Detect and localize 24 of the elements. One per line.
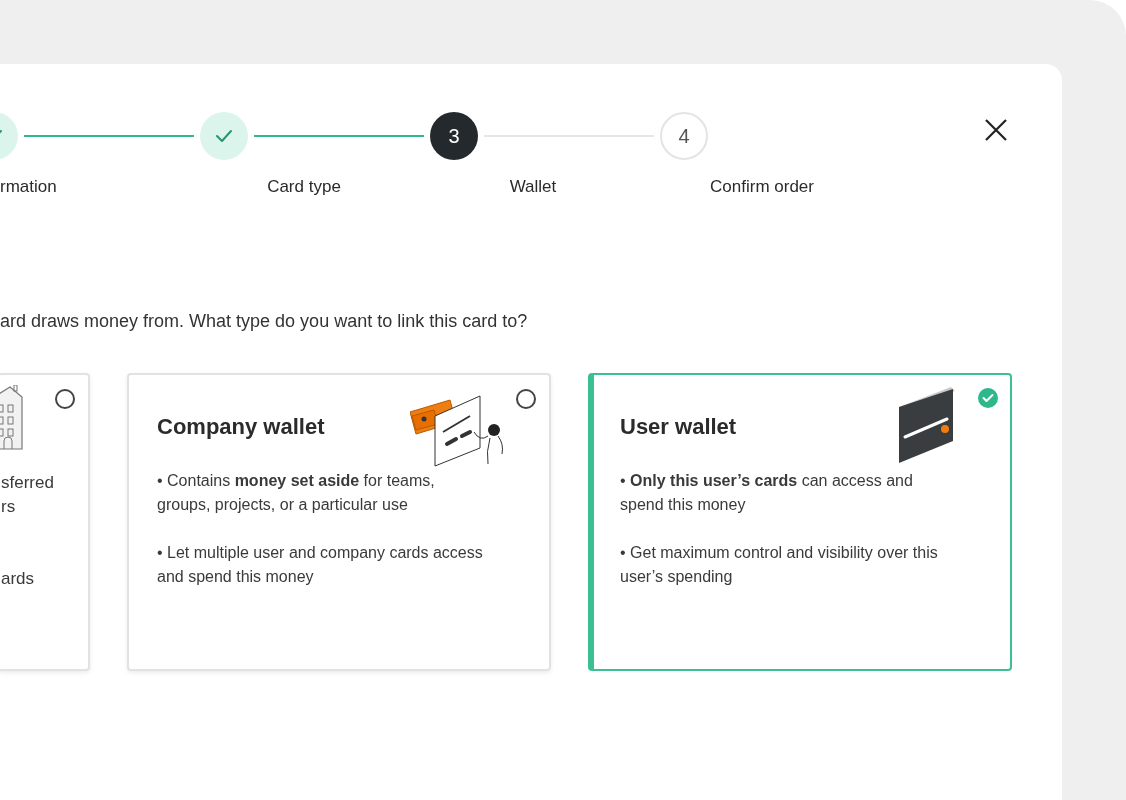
- option-text: ards: [1, 567, 35, 590]
- wallet-option-card[interactable]: Company wallet • Contains money set aside for teams, groups, projects, or a particular use • Let multiple user and company cards access and spend this money: [127, 372, 551, 671]
- check-icon: [215, 129, 233, 143]
- option-title: User wallet: [620, 412, 737, 441]
- step-label: Confirm order: [710, 176, 814, 198]
- wallet-option-card[interactable]: sferred rs ards: [0, 372, 90, 671]
- radio-button[interactable]: [55, 388, 75, 409]
- option-description: • Get maximum control and visibility over this user’s spending: [620, 542, 939, 587]
- close-icon: [985, 119, 1007, 141]
- intro-text: ard draws money from. What type do you want to link this card to?: [0, 309, 528, 333]
- step-label: rmation: [0, 176, 57, 198]
- wallet-option-card[interactable]: User wallet • Only this user’s cards can access and spend this money • Get maximum control and visibility over this user’s spending: [588, 372, 1012, 671]
- option-text: sferred: [1, 471, 54, 494]
- option-title: Company wallet: [157, 412, 325, 441]
- radio-button[interactable]: [516, 388, 536, 409]
- building-icon: [0, 384, 24, 451]
- step-number: 4: [660, 112, 708, 160]
- step-label: Wallet: [509, 176, 557, 198]
- option-description: • Contains money set aside for teams, groups, projects, or a particular use: [157, 470, 436, 515]
- step-label: Card type: [267, 176, 341, 198]
- option-description: • Let multiple user and company cards access and spend this money: [157, 542, 484, 587]
- step-number: 3: [430, 112, 478, 160]
- option-text: rs: [1, 495, 16, 518]
- option-description: • Only this user’s cards can access and spend this money: [620, 470, 914, 515]
